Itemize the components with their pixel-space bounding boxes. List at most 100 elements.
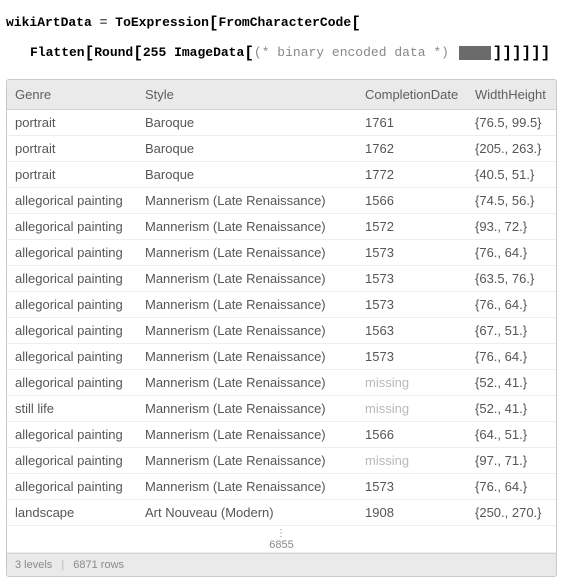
cell-genre: allegorical painting xyxy=(7,265,137,291)
cell-style: Mannerism (Late Renaissance) xyxy=(137,213,357,239)
cell-wh: {76., 64.} xyxy=(467,343,556,369)
ellipsis-cell: ⋮6855 xyxy=(7,525,556,552)
cell-date: missing xyxy=(357,395,467,421)
cell-date: 1566 xyxy=(357,187,467,213)
table-row[interactable]: allegorical paintingMannerism (Late Rena… xyxy=(7,421,556,447)
data-table: Genre Style CompletionDate WidthHeight p… xyxy=(7,80,556,553)
cell-date: 1563 xyxy=(357,317,467,343)
cell-wh: {97., 71.} xyxy=(467,447,556,473)
fn-toexpression: ToExpression xyxy=(115,15,209,30)
cell-wh: {250., 270.} xyxy=(467,499,556,525)
cell-genre: allegorical painting xyxy=(7,421,137,447)
fn-imagedata: ImageData xyxy=(174,45,244,60)
cell-date: 1566 xyxy=(357,421,467,447)
fn-round: Round xyxy=(94,45,133,60)
literal-255: 255 xyxy=(143,45,166,60)
cell-wh: {67., 51.} xyxy=(467,317,556,343)
code-input-cell[interactable]: wikiArtData = ToExpression[FromCharacter… xyxy=(0,0,563,79)
cell-genre: allegorical painting xyxy=(7,239,137,265)
table-row[interactable]: allegorical paintingMannerism (Late Rena… xyxy=(7,239,556,265)
cell-date: 1572 xyxy=(357,213,467,239)
cell-genre: portrait xyxy=(7,109,137,135)
cell-date: 1772 xyxy=(357,161,467,187)
cell-date: 1573 xyxy=(357,265,467,291)
fn-fromcharactercode: FromCharacterCode xyxy=(219,15,352,30)
table-header-row: Genre Style CompletionDate WidthHeight xyxy=(7,80,556,110)
table-row[interactable]: allegorical paintingMannerism (Late Rena… xyxy=(7,473,556,499)
cell-date: 1573 xyxy=(357,343,467,369)
cell-style: Mannerism (Late Renaissance) xyxy=(137,291,357,317)
cell-wh: {52., 41.} xyxy=(467,395,556,421)
cell-date: missing xyxy=(357,447,467,473)
table-row[interactable]: allegorical paintingMannerism (Late Rena… xyxy=(7,369,556,395)
cell-wh: {76., 64.} xyxy=(467,239,556,265)
col-completion-date[interactable]: CompletionDate xyxy=(357,80,467,110)
cell-wh: {63.5, 76.} xyxy=(467,265,556,291)
col-width-height[interactable]: WidthHeight xyxy=(467,80,556,110)
ellipsis-row: ⋮6855 xyxy=(7,525,556,552)
cell-genre: allegorical painting xyxy=(7,343,137,369)
cell-wh: {52., 41.} xyxy=(467,369,556,395)
col-style[interactable]: Style xyxy=(137,80,357,110)
cell-genre: still life xyxy=(7,395,137,421)
table-row[interactable]: allegorical paintingMannerism (Late Rena… xyxy=(7,265,556,291)
cell-wh: {74.5, 56.} xyxy=(467,187,556,213)
table-row[interactable]: allegorical paintingMannerism (Late Rena… xyxy=(7,317,556,343)
cell-genre: portrait xyxy=(7,135,137,161)
cell-style: Baroque xyxy=(137,109,357,135)
table-row[interactable]: allegorical paintingMannerism (Late Rena… xyxy=(7,447,556,473)
cell-style: Mannerism (Late Renaissance) xyxy=(137,447,357,473)
cell-date: 1762 xyxy=(357,135,467,161)
table-row[interactable]: portraitBaroque1761{76.5, 99.5} xyxy=(7,109,556,135)
cell-genre: portrait xyxy=(7,161,137,187)
cell-style: Mannerism (Late Renaissance) xyxy=(137,343,357,369)
cell-date: 1573 xyxy=(357,473,467,499)
cell-genre: allegorical painting xyxy=(7,447,137,473)
cell-style: Mannerism (Late Renaissance) xyxy=(137,317,357,343)
cell-genre: allegorical painting xyxy=(7,291,137,317)
table-row[interactable]: portraitBaroque1772{40.5, 51.} xyxy=(7,161,556,187)
fn-flatten: Flatten xyxy=(30,45,85,60)
table-row[interactable]: allegorical paintingMannerism (Late Rena… xyxy=(7,343,556,369)
cell-genre: allegorical painting xyxy=(7,187,137,213)
cell-style: Mannerism (Late Renaissance) xyxy=(137,187,357,213)
footer-separator: | xyxy=(61,559,64,571)
footer-rows: 6871 rows xyxy=(73,559,124,571)
cell-wh: {205., 263.} xyxy=(467,135,556,161)
cell-style: Mannerism (Late Renaissance) xyxy=(137,369,357,395)
cell-genre: allegorical painting xyxy=(7,317,137,343)
cell-style: Mannerism (Late Renaissance) xyxy=(137,421,357,447)
cell-date: 1761 xyxy=(357,109,467,135)
cell-wh: {64., 51.} xyxy=(467,421,556,447)
cell-date: missing xyxy=(357,369,467,395)
cell-style: Mannerism (Late Renaissance) xyxy=(137,395,357,421)
cell-style: Mannerism (Late Renaissance) xyxy=(137,473,357,499)
cell-wh: {76.5, 99.5} xyxy=(467,109,556,135)
cell-wh: {76., 64.} xyxy=(467,291,556,317)
footer-levels: 3 levels xyxy=(15,559,52,571)
cell-wh: {93., 72.} xyxy=(467,213,556,239)
table-row[interactable]: portraitBaroque1762{205., 263.} xyxy=(7,135,556,161)
cell-wh: {76., 64.} xyxy=(467,473,556,499)
table-row[interactable]: allegorical paintingMannerism (Late Rena… xyxy=(7,291,556,317)
cell-genre: landscape xyxy=(7,499,137,525)
table-row[interactable]: allegorical paintingMannerism (Late Rena… xyxy=(7,187,556,213)
cell-style: Art Nouveau (Modern) xyxy=(137,499,357,525)
cell-style: Mannerism (Late Renaissance) xyxy=(137,265,357,291)
table-row[interactable]: allegorical paintingMannerism (Late Rena… xyxy=(7,213,556,239)
dataset-footer: 3 levels | 6871 rows xyxy=(7,553,556,576)
col-genre[interactable]: Genre xyxy=(7,80,137,110)
cell-style: Mannerism (Late Renaissance) xyxy=(137,239,357,265)
code-lhs: wikiArtData xyxy=(6,15,92,30)
cell-date: 1573 xyxy=(357,239,467,265)
code-equals: = xyxy=(100,15,108,30)
table-row[interactable]: landscapeArt Nouveau (Modern)1908{250., … xyxy=(7,499,556,525)
cell-genre: allegorical painting xyxy=(7,213,137,239)
binary-data-placeholder xyxy=(459,46,491,60)
table-row[interactable]: still lifeMannerism (Late Renaissance)mi… xyxy=(7,395,556,421)
code-comment: (* binary encoded data *) xyxy=(254,45,449,60)
dataset-output: Genre Style CompletionDate WidthHeight p… xyxy=(6,79,557,577)
cell-style: Baroque xyxy=(137,135,357,161)
cell-genre: allegorical painting xyxy=(7,369,137,395)
cell-date: 1908 xyxy=(357,499,467,525)
